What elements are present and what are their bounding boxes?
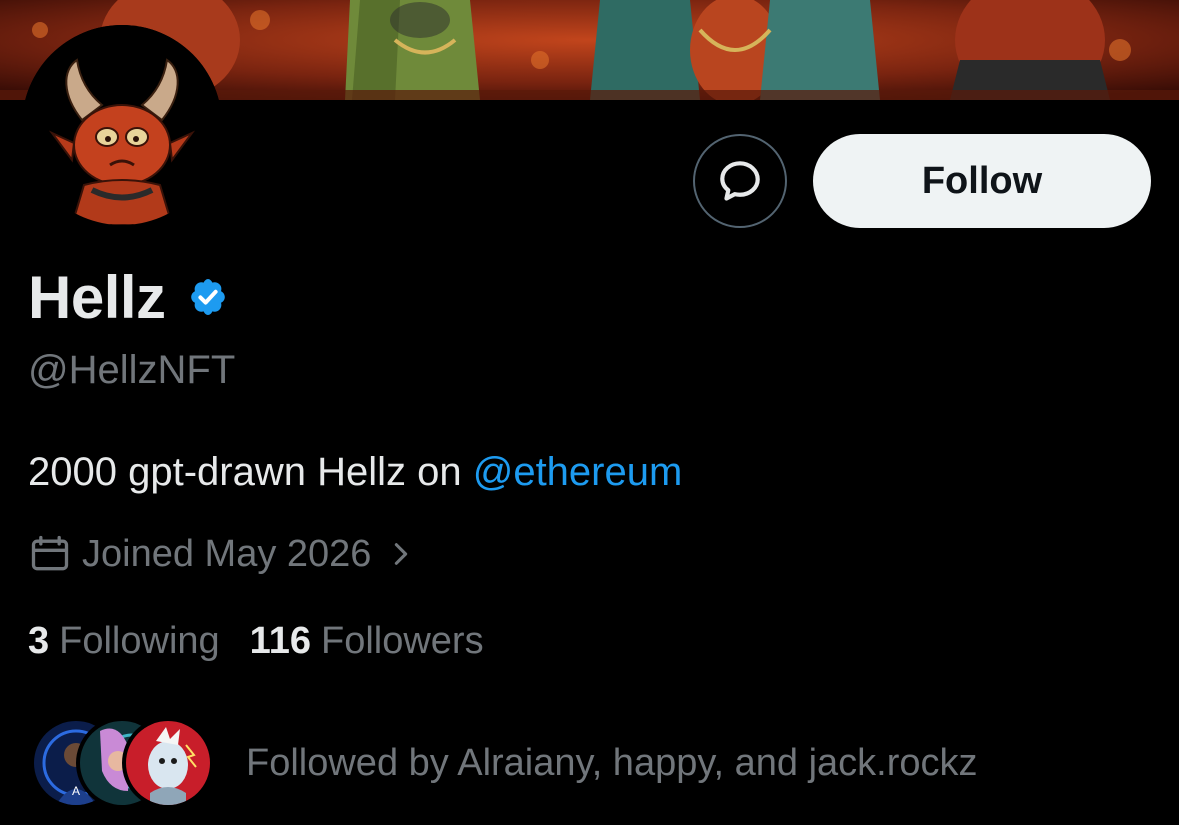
- follow-stats: 3 Following 116 Followers: [28, 618, 484, 664]
- calendar-icon: [28, 532, 72, 576]
- followers-count: 116: [249, 619, 311, 662]
- followed-by-row[interactable]: A Followed by Alraiany, happy, and jack.…: [30, 717, 978, 809]
- bio-text: 2000 gpt-drawn Hellz on: [28, 450, 473, 494]
- avatar-devil-image: [22, 25, 222, 225]
- following-count: 3: [28, 619, 50, 662]
- message-button[interactable]: [693, 134, 787, 228]
- follow-button[interactable]: Follow: [813, 134, 1151, 228]
- follower-avatar-3: [122, 717, 214, 809]
- profile-bio: 2000 gpt-drawn Hellz on @ethereum: [28, 450, 682, 495]
- followers-stat-link[interactable]: 116 Followers: [250, 620, 484, 663]
- profile-handle: @HellzNFT: [28, 348, 236, 392]
- svg-text:A: A: [72, 784, 80, 798]
- display-name: Hellz: [28, 263, 166, 331]
- profile-avatar[interactable]: [22, 25, 222, 225]
- followers-label: Followers: [320, 619, 484, 662]
- following-stat-link[interactable]: 3 Following: [28, 620, 220, 663]
- joined-text: Joined May 2026: [82, 532, 372, 575]
- verified-badge-icon[interactable]: [184, 273, 232, 321]
- following-label: Following: [59, 619, 220, 662]
- followed-by-text: Followed by Alraiany, happy, and jack.ro…: [246, 741, 978, 784]
- bio-mention-link[interactable]: @ethereum: [473, 450, 683, 494]
- profile-name-row: Hellz: [28, 262, 232, 332]
- chevron-right-icon: [387, 540, 415, 568]
- message-bubble-icon: [715, 156, 765, 206]
- joined-date-row[interactable]: Joined May 2026: [28, 530, 415, 578]
